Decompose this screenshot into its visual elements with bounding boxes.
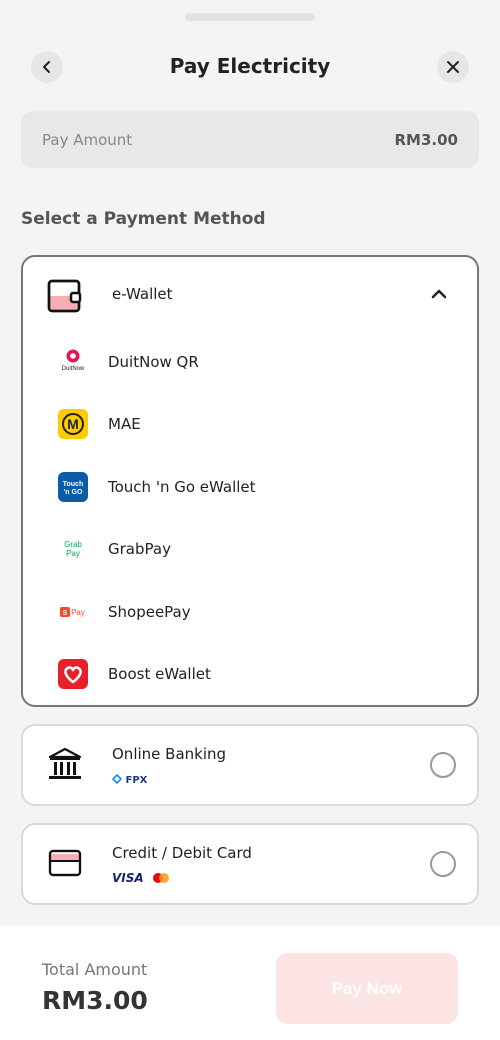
online-banking-label: Online Banking — [112, 745, 227, 763]
close-icon — [447, 61, 459, 73]
wallet-name: Boost eWallet — [108, 665, 211, 683]
svg-text:Pay: Pay — [71, 608, 85, 617]
wallet-icon — [47, 279, 82, 313]
drag-handle[interactable] — [185, 13, 315, 21]
wallet-name: ShopeePay — [108, 603, 191, 621]
wallet-option-grabpay[interactable]: Grab Pay GrabPay — [23, 530, 477, 570]
pay-amount-box: Pay Amount RM3.00 — [21, 111, 479, 168]
wallet-option-duitnow[interactable]: DuitNow DuitNow QR — [23, 343, 477, 383]
payment-sheet: Pay Electricity Pay Amount RM3.00 Select… — [0, 0, 500, 1040]
credit-card-radio[interactable] — [430, 851, 456, 877]
boost-logo-icon — [58, 659, 88, 689]
grabpay-logo-icon: Grab Pay — [58, 534, 88, 564]
credit-card-icon — [48, 849, 82, 877]
svg-text:DuitNow: DuitNow — [62, 366, 85, 372]
pay-amount-value: RM3.00 — [394, 130, 459, 149]
pay-now-button[interactable]: Pay Now — [276, 953, 458, 1024]
shopeepay-logo-icon: S Pay — [58, 597, 88, 627]
mastercard-icon — [153, 873, 169, 883]
mae-logo-icon: M — [58, 409, 88, 439]
duitnow-logo-icon: DuitNow — [58, 347, 88, 377]
visa-logo: VISA — [112, 871, 144, 885]
fpx-icon — [111, 773, 123, 785]
pay-amount-label: Pay Amount — [42, 130, 133, 149]
page-title: Pay Electricity — [169, 54, 331, 78]
ewallet-card: e-Wallet DuitNow DuitNow QR M MAE Touch … — [21, 255, 479, 707]
tng-logo-icon: Touch 'n GO — [58, 472, 88, 502]
svg-text:Grab: Grab — [64, 540, 82, 549]
wallet-option-shopeepay[interactable]: S Pay ShopeePay — [23, 593, 477, 633]
ewallet-header[interactable]: e-Wallet — [23, 257, 477, 333]
chevron-up-icon[interactable] — [430, 285, 448, 303]
svg-text:Pay: Pay — [66, 549, 80, 558]
wallet-name: GrabPay — [108, 540, 171, 558]
fpx-logo: FPX — [111, 773, 147, 786]
svg-text:Touch: Touch — [63, 481, 83, 488]
wallet-option-tng[interactable]: Touch 'n GO Touch 'n Go eWallet — [23, 468, 477, 508]
wallet-name: DuitNow QR — [108, 353, 199, 371]
online-banking-card[interactable]: Online Banking FPX — [21, 724, 479, 806]
svg-text:'n GO: 'n GO — [64, 489, 83, 496]
bank-icon — [48, 747, 82, 779]
wallet-name: MAE — [108, 415, 141, 433]
svg-text:M: M — [67, 416, 79, 432]
online-banking-radio[interactable] — [430, 752, 456, 778]
wallet-option-mae[interactable]: M MAE — [23, 405, 477, 445]
credit-card-card[interactable]: Credit / Debit Card VISA — [21, 823, 479, 905]
section-title: Select a Payment Method — [21, 209, 266, 229]
total-amount-label: Total Amount — [42, 960, 148, 979]
footer-bar: Total Amount RM3.00 Pay Now — [0, 926, 500, 1040]
close-button[interactable] — [437, 51, 469, 83]
ewallet-label: e-Wallet — [112, 285, 173, 303]
wallet-name: Touch 'n Go eWallet — [108, 478, 256, 496]
credit-card-label: Credit / Debit Card — [112, 844, 252, 862]
wallet-option-boost[interactable]: Boost eWallet — [23, 655, 477, 695]
svg-text:S: S — [63, 610, 68, 617]
total-amount-value: RM3.00 — [42, 986, 148, 1015]
